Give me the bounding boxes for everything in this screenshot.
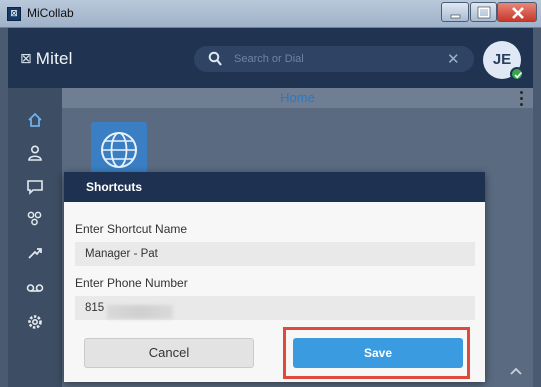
search-icon[interactable] bbox=[208, 51, 222, 67]
window-title: MiCollab bbox=[27, 6, 74, 20]
minimize-button[interactable] bbox=[441, 2, 469, 22]
dialog-title: Shortcuts bbox=[86, 180, 143, 194]
cancel-button[interactable]: Cancel bbox=[84, 338, 254, 368]
contacts-icon[interactable] bbox=[25, 209, 45, 229]
checkmark-icon bbox=[514, 71, 523, 79]
redacted-digits bbox=[107, 305, 173, 319]
home-icon[interactable] bbox=[25, 110, 45, 130]
app-window: ⊠ MiCollab ⊠ Mitel ✕ JE bbox=[0, 0, 541, 387]
maximize-button[interactable] bbox=[470, 2, 497, 22]
mitel-logo-icon: ⊠ bbox=[20, 51, 32, 67]
page-title: Home bbox=[280, 90, 315, 105]
mitel-logo: ⊠ Mitel bbox=[20, 48, 73, 70]
shortcuts-dialog: Shortcuts Enter Shortcut Name Enter Phon… bbox=[64, 172, 485, 382]
chat-icon[interactable] bbox=[25, 177, 45, 197]
app-header: ⊠ Mitel ✕ JE bbox=[8, 28, 533, 88]
window-titlebar[interactable]: ⊠ MiCollab bbox=[0, 0, 541, 28]
micollab-icon: ⊠ bbox=[7, 7, 21, 21]
dialog-header: Shortcuts bbox=[64, 172, 485, 202]
shortcut-name-label: Enter Shortcut Name bbox=[75, 222, 188, 236]
presence-available-icon bbox=[510, 67, 524, 81]
maximize-icon bbox=[477, 6, 491, 19]
person-icon[interactable] bbox=[25, 143, 45, 163]
globe-icon bbox=[101, 132, 137, 168]
shortcut-name-field[interactable] bbox=[75, 242, 475, 266]
close-icon bbox=[512, 7, 524, 19]
search-bar[interactable]: ✕ bbox=[194, 46, 474, 72]
settings-icon[interactable] bbox=[25, 312, 45, 332]
minimize-icon bbox=[450, 14, 461, 19]
mitel-logo-text: Mitel bbox=[35, 49, 73, 68]
save-button[interactable]: Save bbox=[293, 338, 463, 368]
phone-number-label: Enter Phone Number bbox=[75, 276, 188, 290]
voicemail-icon[interactable] bbox=[25, 277, 45, 297]
more-options-icon[interactable] bbox=[516, 89, 526, 107]
chevron-up-icon[interactable] bbox=[503, 360, 529, 382]
sidebar bbox=[8, 88, 62, 387]
close-button[interactable] bbox=[497, 2, 537, 22]
window-edge bbox=[533, 28, 541, 387]
call-history-icon[interactable] bbox=[25, 244, 45, 264]
clear-search-icon[interactable]: ✕ bbox=[447, 50, 460, 68]
main-topbar: Home bbox=[62, 88, 533, 108]
search-input[interactable] bbox=[234, 50, 434, 68]
web-shortcut-tile[interactable] bbox=[91, 122, 147, 178]
